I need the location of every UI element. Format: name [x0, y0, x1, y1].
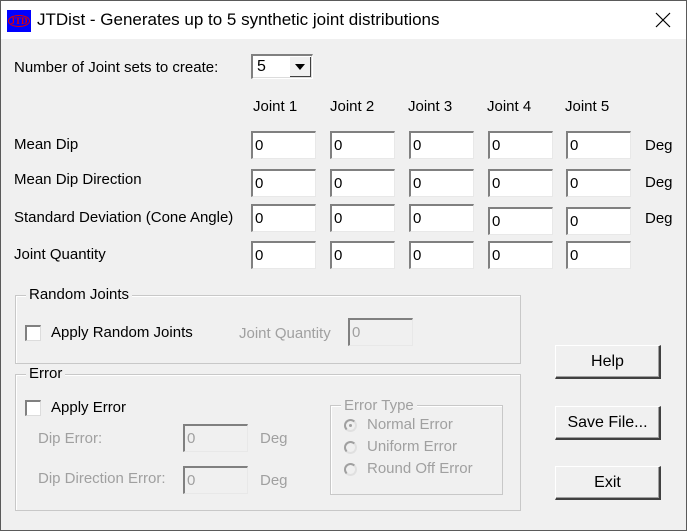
column-header-joint-4: Joint 4 — [487, 98, 532, 115]
save-file-button[interactable]: Save File... — [555, 406, 661, 440]
dip-direction-error-input — [183, 466, 248, 494]
error-type-group-title: Error Type — [341, 397, 417, 414]
mean-dip-joint-3-input[interactable] — [409, 131, 474, 159]
round-off-error-radio — [344, 463, 357, 476]
mean-dip-joint-1-input[interactable] — [251, 131, 316, 159]
normal-error-label: Normal Error — [367, 416, 453, 433]
joint-quantity-joint-1-input[interactable] — [251, 241, 316, 269]
dip-direction-error-unit: Deg — [260, 472, 288, 489]
close-button[interactable] — [640, 1, 686, 39]
mean-dip-unit: Deg — [645, 137, 673, 154]
mean-dip-joint-4-input[interactable] — [488, 131, 553, 159]
title-bar: JTD JTDist - Generates up to 5 synthetic… — [1, 1, 686, 39]
chevron-down-icon — [295, 63, 305, 70]
close-icon — [655, 12, 671, 28]
random-joint-quantity-label: Joint Quantity — [239, 325, 331, 342]
apply-random-joints-checkbox[interactable] — [25, 325, 41, 341]
window-title: JTDist - Generates up to 5 synthetic joi… — [37, 10, 440, 29]
round-off-error-label: Round Off Error — [367, 460, 473, 477]
joint-quantity-joint-5-input[interactable] — [566, 241, 631, 269]
standard-deviation-joint-4-input[interactable] — [488, 207, 553, 235]
mean-dip-direction-joint-1-input[interactable] — [251, 169, 316, 197]
column-header-joint-1: Joint 1 — [253, 98, 298, 115]
mean-dip-direction-joint-2-input[interactable] — [330, 169, 395, 197]
standard-deviation-joint-3-input[interactable] — [409, 204, 474, 232]
random-joints-group-title: Random Joints — [26, 286, 133, 303]
mean-dip-joint-2-input[interactable] — [330, 131, 395, 159]
dip-direction-error-label: Dip Direction Error: — [38, 470, 166, 487]
dropdown-arrow-button[interactable] — [290, 57, 311, 77]
dialog-window: JTD JTDist - Generates up to 5 synthetic… — [0, 0, 687, 531]
standard-deviation-joint-2-input[interactable] — [330, 204, 395, 232]
joint-quantity-label: Joint Quantity — [14, 246, 106, 263]
dip-error-unit: Deg — [260, 430, 288, 447]
standard-deviation-joint-1-input[interactable] — [251, 204, 316, 232]
dip-error-label: Dip Error: — [38, 430, 103, 447]
mean-dip-direction-unit: Deg — [645, 174, 673, 191]
exit-button[interactable]: Exit — [555, 466, 661, 500]
apply-error-checkbox[interactable] — [25, 400, 41, 416]
random-joint-quantity-input — [348, 318, 413, 346]
apply-random-joints-label[interactable]: Apply Random Joints — [51, 324, 193, 341]
mean-dip-direction-joint-4-input[interactable] — [488, 169, 553, 197]
apply-error-label[interactable]: Apply Error — [51, 399, 126, 416]
joint-quantity-joint-3-input[interactable] — [409, 241, 474, 269]
error-type-group: Error Type Normal Error Uniform Error Ro… — [330, 397, 503, 495]
dip-error-input — [183, 424, 248, 452]
random-joints-group: Random Joints Apply Random Joints Joint … — [15, 286, 521, 364]
column-header-joint-2: Joint 2 — [330, 98, 375, 115]
joint-sets-dropdown[interactable]: 5 — [251, 54, 313, 79]
joint-sets-label: Number of Joint sets to create: — [14, 59, 219, 76]
error-group-title: Error — [26, 365, 66, 382]
joint-quantity-joint-2-input[interactable] — [330, 241, 395, 269]
standard-deviation-label: Standard Deviation (Cone Angle) — [14, 209, 234, 226]
mean-dip-joint-5-input[interactable] — [566, 131, 631, 159]
mean-dip-direction-joint-5-input[interactable] — [566, 169, 631, 197]
uniform-error-radio — [344, 441, 357, 454]
help-button[interactable]: Help — [555, 345, 661, 379]
mean-dip-direction-joint-3-input[interactable] — [409, 169, 474, 197]
uniform-error-label: Uniform Error — [367, 438, 458, 455]
joint-sets-value: 5 — [257, 58, 266, 75]
joint-quantity-joint-4-input[interactable] — [488, 241, 553, 269]
standard-deviation-unit: Deg — [645, 210, 673, 227]
standard-deviation-joint-5-input[interactable] — [566, 207, 631, 235]
app-icon: JTD — [7, 10, 31, 32]
column-header-joint-5: Joint 5 — [565, 98, 610, 115]
normal-error-radio — [344, 419, 357, 432]
mean-dip-direction-label: Mean Dip Direction — [14, 171, 142, 188]
column-header-joint-3: Joint 3 — [408, 98, 453, 115]
error-group: Error Apply Error Dip Error: Deg Dip Dir… — [15, 365, 521, 511]
mean-dip-label: Mean Dip — [14, 136, 79, 153]
